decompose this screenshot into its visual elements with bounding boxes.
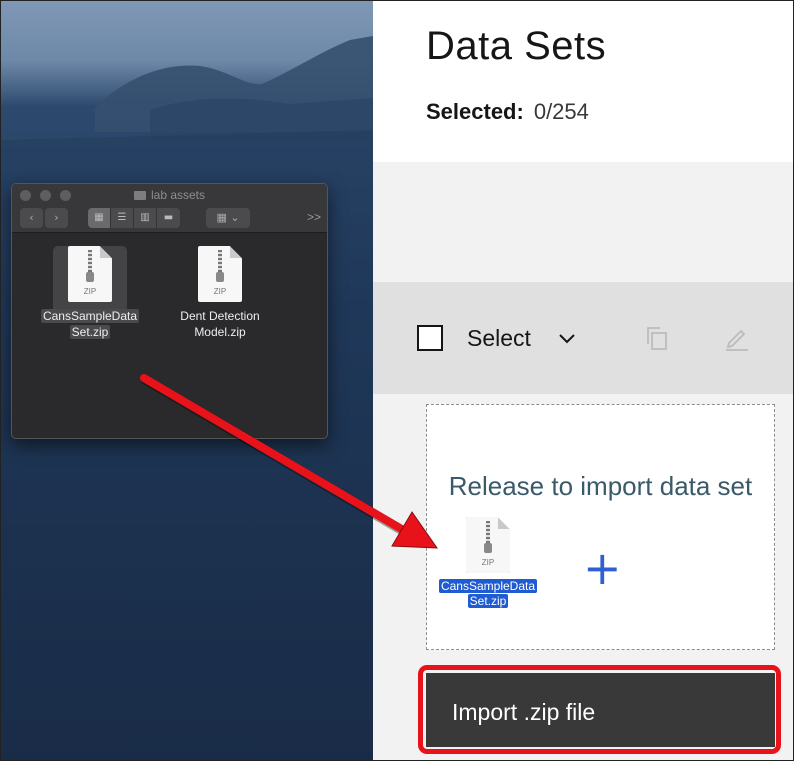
drag-arrow-annotation xyxy=(140,374,438,549)
